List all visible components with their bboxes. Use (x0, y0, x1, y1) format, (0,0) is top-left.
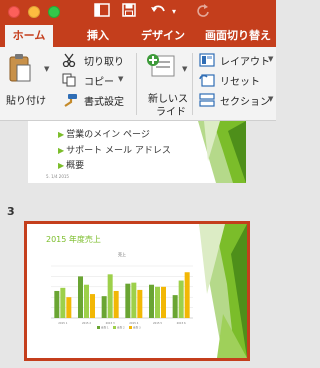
copy-icon[interactable] (62, 72, 76, 91)
new-slide-icon (147, 54, 175, 77)
slide-thumbnail-2[interactable]: ▶ 営業のメイン ページ ▶ サポート メール アドレス ▶ 概要 5. 1/4 20… (28, 121, 246, 183)
paste-icon (9, 54, 31, 82)
tab-transitions[interactable]: 画面切り替え (200, 24, 276, 47)
chart-legend-swatch (129, 326, 132, 329)
reset-icon[interactable] (199, 72, 215, 91)
chart-bar (125, 283, 131, 318)
new-slide-label-2: ライド (156, 107, 186, 118)
chart-x-tick-label: 2015 4 (129, 321, 138, 325)
chart-legend-label: 系列 3 (133, 326, 141, 330)
chart-bar (84, 284, 89, 318)
chart-legend-label: 系列 2 (117, 326, 125, 330)
slide-thumbnail-pane: ▶ 営業のメイン ページ ▶ サポート メール アドレス ▶ 概要 5. 1/4 20… (0, 121, 276, 368)
chart-x-tick-label: 2015 2 (82, 321, 91, 325)
chart-bar (107, 274, 113, 318)
title-bar: ▾ (0, 0, 276, 24)
tab-design[interactable]: デザイン (136, 24, 190, 47)
format-painter-button[interactable]: 書式設定 (84, 93, 124, 108)
ribbon-separator (136, 53, 137, 115)
slide-bullet: ▶ サポート メール アドレス (58, 146, 171, 156)
chart-x-tick-label: 2015 6 (177, 321, 186, 325)
chart-x-tick-label: 2015 3 (106, 321, 115, 325)
maximize-window-button[interactable] (48, 6, 60, 18)
redo-icon (196, 3, 210, 22)
layout-dropdown-icon[interactable]: ▼ (268, 55, 273, 63)
paste-dropdown-icon[interactable]: ▼ (44, 65, 49, 73)
section-icon[interactable] (199, 92, 215, 111)
ribbon-tabs: ホーム 挿入 デザイン 画面切り替え (0, 24, 276, 47)
chart-bar (90, 294, 95, 318)
layout-icon[interactable] (199, 52, 215, 71)
slide-number: 3 (7, 205, 15, 218)
section-button[interactable]: セクション (220, 93, 270, 108)
chart-bar (184, 272, 190, 318)
slide-footer: 5. 1/4 2015 (46, 174, 69, 179)
chart-bar (66, 297, 72, 318)
chart-bar (155, 286, 160, 318)
ribbon-home: ▼ 貼り付け 切り取り コピー ▼ 書式設定 ▼ 新しいス ライド レイアウト … (0, 47, 276, 121)
scissors-icon[interactable] (62, 52, 76, 71)
chart-bar (54, 290, 60, 318)
tab-insert[interactable]: 挿入 (80, 24, 116, 47)
sales-chart: 売上 2015 1 2015 2 2015 3 2015 4 2015 5 2015 6 系列… (51, 251, 193, 330)
minimize-window-button[interactable] (28, 6, 40, 18)
chart-x-tick-label: 2015 5 (153, 321, 162, 325)
ribbon-separator (192, 53, 193, 115)
chart-bar (78, 276, 83, 318)
save-icon[interactable] (122, 3, 136, 22)
chart-bar (161, 286, 166, 318)
paste-button[interactable] (8, 53, 32, 87)
chart-bar (101, 296, 107, 318)
copy-dropdown-icon[interactable]: ▼ (118, 75, 123, 83)
section-dropdown-icon[interactable]: ▼ (268, 95, 273, 103)
chart-legend-swatch (113, 326, 116, 329)
chart-legend-swatch (97, 326, 100, 329)
chart-legend-label: 系列 1 (101, 326, 109, 330)
undo-icon[interactable] (150, 3, 168, 22)
sidebar-toggle-icon[interactable] (94, 3, 110, 22)
chart-x-tick-label: 2015 1 (58, 321, 67, 325)
chart-bar (137, 289, 143, 318)
format-painter-icon[interactable] (62, 92, 78, 111)
new-slide-button[interactable] (146, 53, 176, 83)
undo-dropdown-icon[interactable]: ▾ (172, 3, 176, 21)
chart-bar (131, 282, 137, 318)
new-slide-dropdown-icon[interactable]: ▼ (182, 65, 187, 73)
close-window-button[interactable] (8, 6, 20, 18)
chart-bar (113, 290, 119, 318)
reset-button[interactable]: リセット (220, 73, 260, 88)
chart-bar (172, 295, 178, 318)
layout-button[interactable]: レイアウト (220, 53, 270, 68)
tab-home[interactable]: ホーム (5, 25, 53, 47)
slide-bullet: ▶ 営業のメイン ページ (58, 130, 150, 140)
chart-bar (60, 287, 66, 318)
chart-title: 売上 (118, 251, 126, 257)
slide-bullet: ▶ 概要 (58, 161, 85, 171)
slide-thumbnail-3[interactable]: 2015 年度売上 売上 2015 1 2015 2 2015 3 2015 4 2015… (24, 221, 250, 361)
cut-button[interactable]: 切り取り (84, 53, 124, 68)
chart-bar (149, 284, 154, 318)
copy-button[interactable]: コピー (84, 73, 114, 88)
paste-label: 貼り付け (6, 96, 46, 107)
chart-bar (178, 280, 184, 318)
